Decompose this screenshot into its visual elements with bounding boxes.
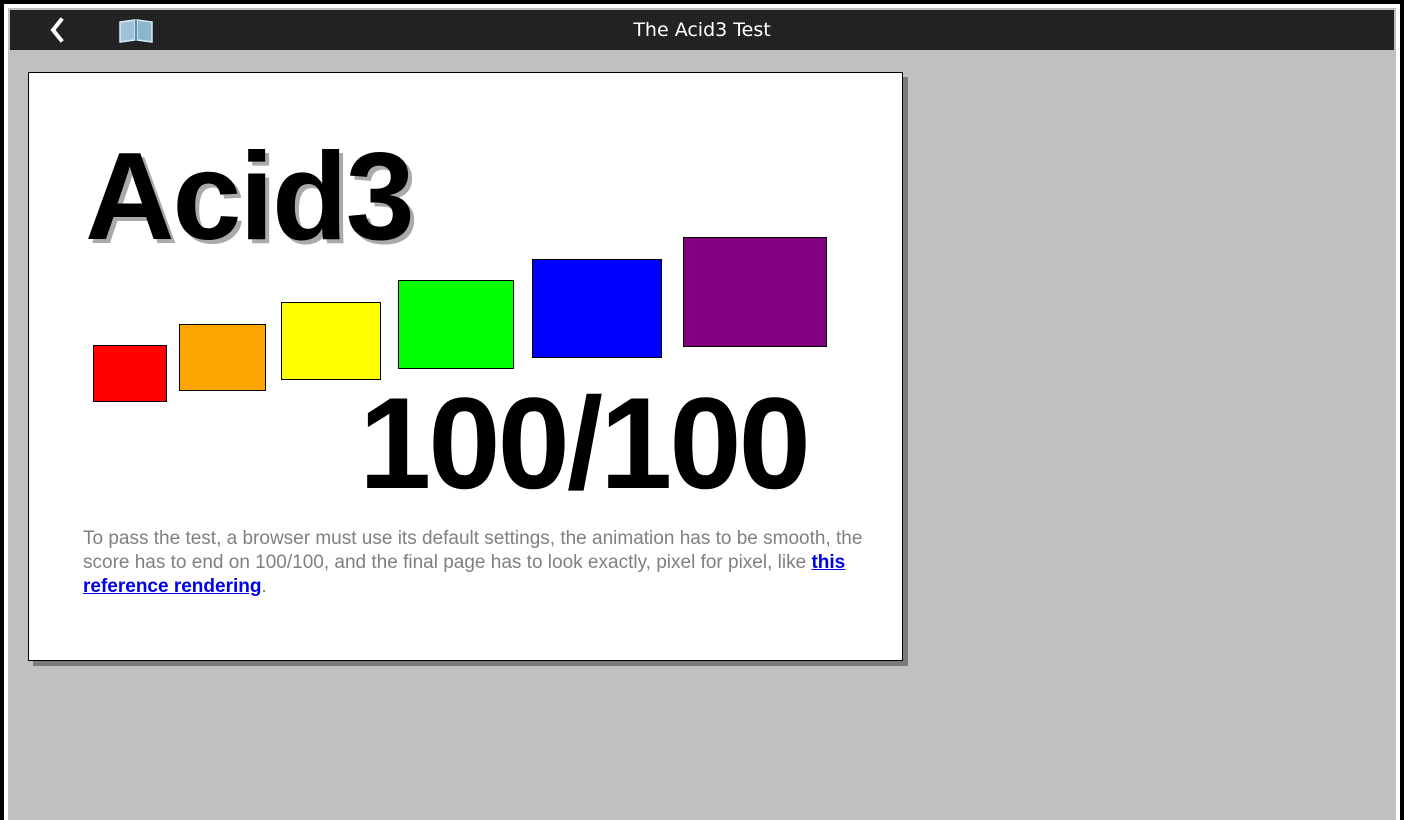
bucket-3 <box>281 302 381 380</box>
description-end: . <box>261 576 267 597</box>
acid3-card: Acid3 100/100 To pass the test, a browse… <box>28 72 903 661</box>
test-description: To pass the test, a browser must use its… <box>83 527 873 599</box>
description-text: To pass the test, a browser must use its… <box>83 528 863 573</box>
score-display: 100/100 <box>359 370 811 516</box>
browser-viewport[interactable]: Acid3 100/100 To pass the test, a browse… <box>10 50 1394 820</box>
bucket-1 <box>93 345 167 402</box>
bookmarks-button[interactable] <box>116 16 156 44</box>
bucket-2 <box>179 324 266 391</box>
app-frame: The Acid3 Test Acid3 100/100 To pass the… <box>0 0 1404 820</box>
bucket-6 <box>683 237 827 347</box>
bucket-5 <box>532 259 662 358</box>
chevron-left-icon <box>50 17 64 43</box>
window-title: The Acid3 Test <box>633 19 771 41</box>
title-bar: The Acid3 Test <box>10 10 1394 50</box>
bucket-4 <box>398 280 514 369</box>
book-icon <box>119 19 153 43</box>
page-heading: Acid3 <box>85 128 415 266</box>
back-button[interactable] <box>40 14 80 46</box>
